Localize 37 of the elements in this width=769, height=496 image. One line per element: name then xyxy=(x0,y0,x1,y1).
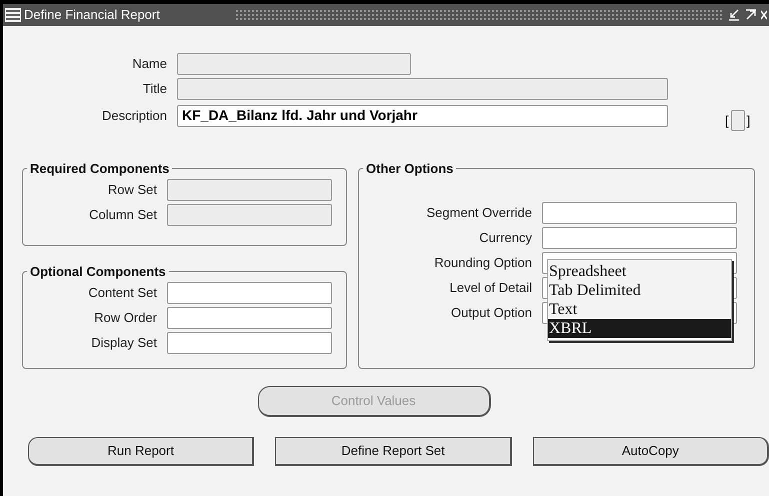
field-label: Display Set xyxy=(90,334,158,352)
field-label: Column Set xyxy=(88,206,158,224)
maximize-icon[interactable] xyxy=(744,9,758,21)
app-icon xyxy=(5,8,21,22)
push-button[interactable]: Define Report Set xyxy=(275,437,512,466)
group-title: Other Options xyxy=(365,160,454,178)
bracket: [ xyxy=(725,112,729,130)
list-option[interactable]: Text xyxy=(548,300,731,319)
field-label: Segment Override xyxy=(426,204,533,222)
list-option[interactable]: Tab Delimited xyxy=(548,281,731,300)
field-label: Row Order xyxy=(93,309,158,328)
list-option[interactable]: Spreadsheet xyxy=(548,262,731,281)
input-field[interactable] xyxy=(542,227,737,249)
field-label: Currency xyxy=(478,229,533,248)
field-label: Output Option xyxy=(450,304,533,322)
field-label: Title xyxy=(142,80,168,98)
input-field[interactable] xyxy=(167,282,332,304)
push-button[interactable]: Run Report xyxy=(28,437,254,466)
minimize-icon[interactable] xyxy=(727,9,741,21)
field-label: Name xyxy=(131,54,168,73)
push-button[interactable]: AutoCopy xyxy=(532,437,769,466)
list-option[interactable]: XBRL xyxy=(548,319,731,338)
input-field[interactable] xyxy=(167,307,332,329)
field-label: Rounding Option xyxy=(433,254,533,272)
bracket: ] xyxy=(746,112,750,130)
group-title: Required Components xyxy=(29,160,170,178)
field-label: Level of Detail xyxy=(448,279,533,298)
input-field[interactable] xyxy=(167,332,332,354)
input-field[interactable]: KF_DA_Bilanz lfd. Jahr und Vorjahr xyxy=(177,104,668,126)
input-field[interactable] xyxy=(542,202,737,224)
window-title: Define Financial Report xyxy=(24,6,160,24)
field-label: Row Set xyxy=(106,181,158,200)
group-title: Optional Components xyxy=(29,263,167,281)
field-label: Description xyxy=(100,106,168,125)
flexfield-box[interactable] xyxy=(730,110,745,131)
close-icon[interactable] xyxy=(761,9,767,21)
field-label: Content Set xyxy=(87,284,158,302)
